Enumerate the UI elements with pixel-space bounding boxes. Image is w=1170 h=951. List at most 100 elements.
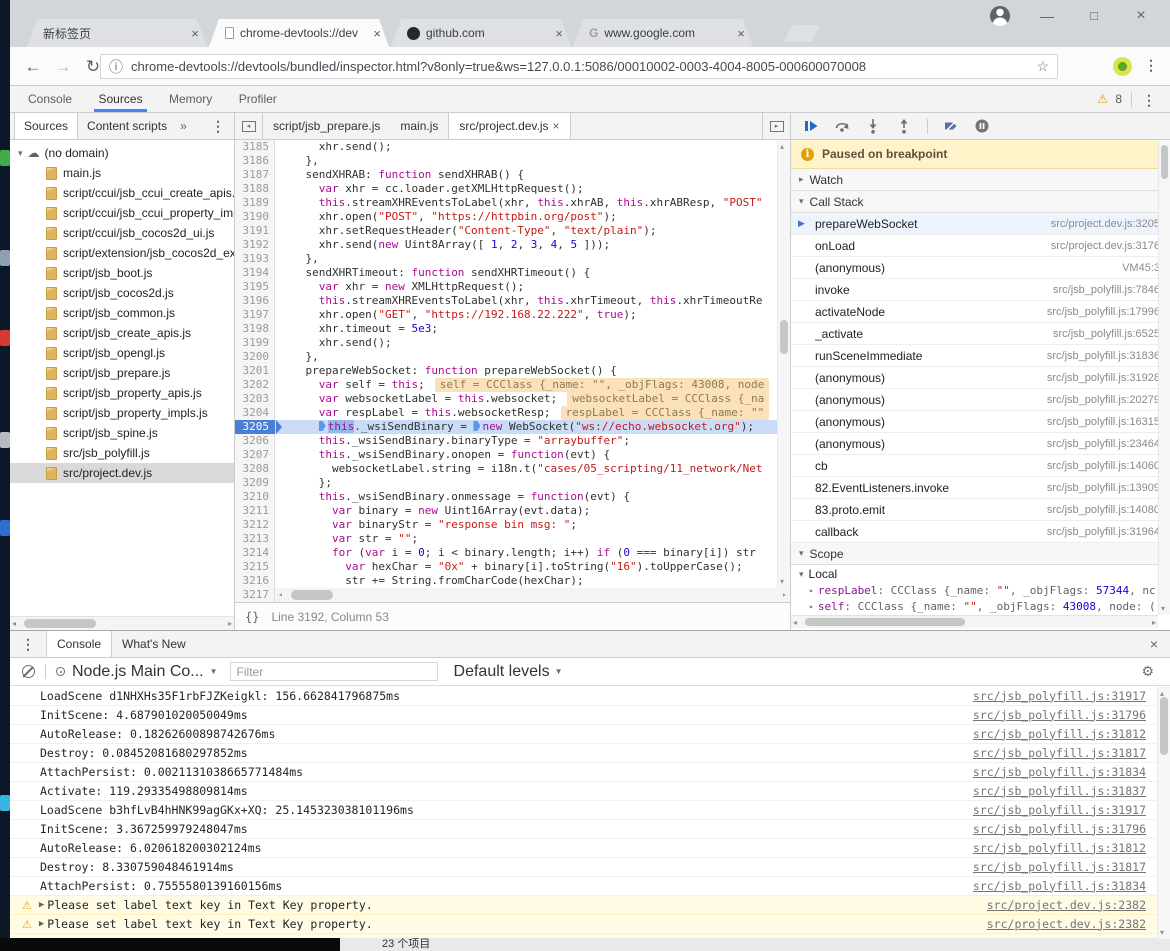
scroll-down-icon[interactable]: ▾: [1161, 602, 1165, 615]
line-number[interactable]: 3200: [235, 350, 275, 364]
pretty-print-button[interactable]: {}: [245, 610, 259, 624]
scroll-left-icon[interactable]: ◂: [12, 617, 16, 630]
chevron-down-icon[interactable]: ▾: [799, 196, 804, 207]
console-source-link[interactable]: src/jsb_polyfill.js:31917: [973, 687, 1146, 706]
pause-on-exceptions-button[interactable]: [974, 118, 990, 134]
call-stack-frame[interactable]: (anonymous)src/jsb_polyfill.js:16315: [791, 411, 1170, 433]
call-stack-frame[interactable]: (anonymous)VM45:3: [791, 257, 1170, 279]
line-number[interactable]: 3185: [235, 140, 275, 154]
code-line[interactable]: 3189 this.streamXHREventsToLabel(xhr, th…: [235, 196, 790, 210]
maximize-button[interactable]: □: [1079, 4, 1109, 28]
line-number[interactable]: 3198: [235, 322, 275, 336]
file-tree-root[interactable]: ▾ ☁ (no domain): [10, 143, 234, 163]
console-source-link[interactable]: src/jsb_polyfill.js:31812: [973, 725, 1146, 744]
console-vertical-scrollbar[interactable]: ▴ ▾: [1157, 687, 1170, 939]
code-line[interactable]: 3192 xhr.send(new Uint8Array([ 1, 2, 3, …: [235, 238, 790, 252]
chevron-down-icon[interactable]: ▾: [799, 569, 804, 580]
step-into-button[interactable]: [865, 118, 881, 134]
code-line[interactable]: 3198 xhr.timeout = 5e3;: [235, 322, 790, 336]
file-tree-item[interactable]: script/jsb_create_apis.js: [10, 323, 234, 343]
navigator-tab-sources[interactable]: Sources: [14, 113, 78, 139]
code-line[interactable]: 3204 var respLabel = this.websocketResp;…: [235, 406, 790, 420]
chevron-down-icon[interactable]: ▾: [799, 548, 804, 559]
scope-variable[interactable]: ▸respLabel: CCClass {_name: "", _objFlag…: [791, 583, 1170, 599]
code-line[interactable]: 3199 xhr.send();: [235, 336, 790, 350]
frame-location[interactable]: src/project.dev.js:3176: [1051, 240, 1160, 252]
log-levels-selector[interactable]: Default levels: [454, 663, 550, 681]
console-source-link[interactable]: src/jsb_polyfill.js:31834: [973, 763, 1146, 782]
scrollbar-thumb[interactable]: [1161, 145, 1168, 179]
expand-icon[interactable]: ▶: [39, 934, 44, 939]
frame-location[interactable]: src/jsb_polyfill.js:14060: [1047, 460, 1160, 472]
file-tree-item[interactable]: script/ccui/jsb_cocos2d_ui.js: [10, 223, 234, 243]
line-number[interactable]: 3196: [235, 294, 275, 308]
file-tree-item[interactable]: script/jsb_prepare.js: [10, 363, 234, 383]
code-line[interactable]: 3197 xhr.open("GET", "https://192.168.22…: [235, 308, 790, 322]
tab-close-icon[interactable]: ×: [553, 119, 560, 133]
call-stack-frame[interactable]: (anonymous)src/jsb_polyfill.js:20279: [791, 389, 1170, 411]
continue-to-here-marker[interactable]: [473, 421, 480, 431]
expand-icon[interactable]: ▶: [39, 915, 44, 934]
editor-vertical-scrollbar[interactable]: ▴ ▾: [777, 140, 790, 588]
line-number[interactable]: 3191: [235, 224, 275, 238]
line-number[interactable]: 3212: [235, 518, 275, 532]
call-stack-frame[interactable]: invokesrc/jsb_polyfill.js:7846: [791, 279, 1170, 301]
drawer-menu-icon[interactable]: ⋮: [10, 636, 46, 653]
execution-context-selector[interactable]: Node.js Main Co...: [72, 663, 204, 681]
line-number[interactable]: 3187: [235, 168, 275, 182]
console-source-link[interactable]: src/jsb_polyfill.js:31817: [973, 744, 1146, 763]
line-number[interactable]: 3194: [235, 266, 275, 280]
line-number[interactable]: 3190: [235, 210, 275, 224]
step-out-button[interactable]: [896, 118, 912, 134]
minimize-button[interactable]: —: [1032, 4, 1062, 28]
scrollbar-thumb[interactable]: [1160, 697, 1168, 755]
file-tree-item[interactable]: script/jsb_cocos2d.js: [10, 283, 234, 303]
line-number[interactable]: 3205: [235, 420, 275, 434]
scroll-up-icon[interactable]: ▴: [780, 140, 784, 153]
file-tree-item[interactable]: script/jsb_spine.js: [10, 423, 234, 443]
chevron-right-icon[interactable]: ▸: [809, 583, 814, 599]
frame-location[interactable]: src/jsb_polyfill.js:6525: [1053, 328, 1160, 340]
call-stack-frame[interactable]: ▶prepareWebSocketsrc/project.dev.js:3205: [791, 213, 1170, 235]
file-tree-item[interactable]: script/ccui/jsb_ccui_create_apis.js: [10, 183, 234, 203]
line-number[interactable]: 3206: [235, 434, 275, 448]
console-source-link[interactable]: src/project.dev.js:2382: [987, 934, 1146, 939]
code-line[interactable]: 3187 sendXHRAB: function sendXHRAB() {: [235, 168, 790, 182]
scrollbar-thumb[interactable]: [24, 619, 96, 628]
extension-icon[interactable]: [1113, 57, 1132, 76]
show-debugger-button[interactable]: ▸: [762, 113, 790, 139]
console-settings-gear-icon[interactable]: ⚙: [1141, 663, 1154, 680]
url-text[interactable]: chrome-devtools://devtools/bundled/inspe…: [131, 59, 1028, 74]
scroll-left-icon[interactable]: ◂: [278, 588, 283, 602]
sidebar-horizontal-scrollbar[interactable]: ◂ ▸: [791, 615, 1158, 628]
console-source-link[interactable]: src/jsb_polyfill.js:31812: [973, 839, 1146, 858]
navigator-menu-icon[interactable]: ⋮: [211, 118, 225, 135]
browser-menu-icon[interactable]: ⋮: [1144, 57, 1158, 74]
code-line[interactable]: 3209 };: [235, 476, 790, 490]
code-line[interactable]: 3211 var binary = new Uint16Array(evt.da…: [235, 504, 790, 518]
code-line[interactable]: 3215 var hexChar = "0x" + binary[i].toSt…: [235, 560, 790, 574]
code-line[interactable]: 3203 var websocketLabel = this.websocket…: [235, 392, 790, 406]
browser-tab[interactable]: 新标签页×: [27, 19, 207, 47]
file-tree-item[interactable]: src/project.dev.js: [10, 463, 234, 483]
frame-location[interactable]: src/jsb_polyfill.js:31836: [1047, 350, 1160, 362]
frame-location[interactable]: src/jsb_polyfill.js:13909: [1047, 482, 1160, 494]
navigator-horizontal-scrollbar[interactable]: ◂ ▸: [10, 616, 234, 630]
call-stack-frame[interactable]: cbsrc/jsb_polyfill.js:14060: [791, 455, 1170, 477]
tab-console[interactable]: Console: [24, 86, 76, 112]
line-number[interactable]: 3209: [235, 476, 275, 490]
call-stack-frame[interactable]: _activatesrc/jsb_polyfill.js:6525: [791, 323, 1170, 345]
file-tree-item[interactable]: script/jsb_property_apis.js: [10, 383, 234, 403]
console-source-link[interactable]: src/jsb_polyfill.js:31796: [973, 706, 1146, 725]
scroll-right-icon[interactable]: ▸: [1152, 616, 1156, 629]
code-line[interactable]: 3190 xhr.open("POST", "https://httpbin.o…: [235, 210, 790, 224]
console-source-link[interactable]: src/jsb_polyfill.js:31837: [973, 782, 1146, 801]
frame-location[interactable]: src/jsb_polyfill.js:7846: [1053, 284, 1160, 296]
console-source-link[interactable]: src/project.dev.js:2382: [987, 896, 1146, 915]
chevron-right-icon[interactable]: ▸: [809, 599, 814, 615]
call-stack-frame[interactable]: activateNodesrc/jsb_polyfill.js:17996: [791, 301, 1170, 323]
frame-location[interactable]: src/jsb_polyfill.js:20279: [1047, 394, 1160, 406]
browser-tab[interactable]: github.com×: [391, 19, 571, 47]
console-source-link[interactable]: src/project.dev.js:2382: [987, 915, 1146, 934]
chevron-down-icon[interactable]: ▾: [18, 148, 23, 159]
